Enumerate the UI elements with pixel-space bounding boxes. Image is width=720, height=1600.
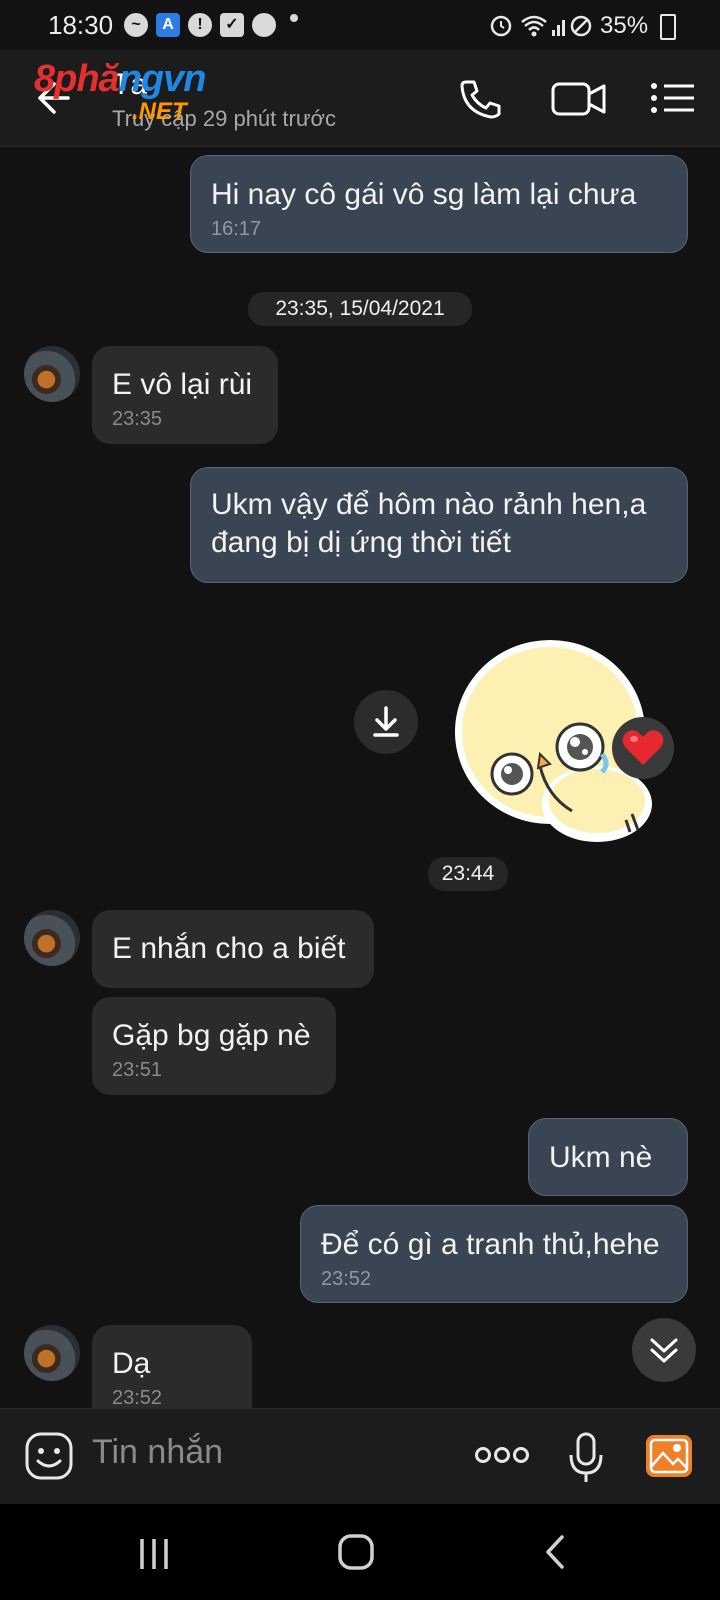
alert-notification-icon: ! (188, 13, 212, 37)
contact-avatar[interactable] (24, 910, 80, 966)
heart-icon (622, 730, 664, 765)
video-call-icon[interactable] (550, 76, 608, 120)
gallery-icon[interactable] (644, 1433, 694, 1479)
message-text: Hi nay cô gái vô sg làm lại chưa (211, 178, 637, 211)
message-text: Dạ (112, 1347, 151, 1380)
more-icon[interactable] (474, 1443, 530, 1467)
message-text: E nhắn cho a biết (112, 932, 346, 965)
system-nav-bar (0, 1504, 720, 1600)
watermark-red: 8phă (34, 58, 120, 100)
download-icon (373, 706, 399, 737)
circle-notification-icon (252, 13, 276, 37)
reaction-badge[interactable] (612, 717, 674, 779)
contact-avatar[interactable] (24, 1325, 80, 1381)
messenger-notification-icon: ~ (124, 13, 148, 37)
message-composer: Tin nhắn (0, 1408, 720, 1505)
check-notification-icon: ✓ (220, 13, 244, 37)
nav-back-icon[interactable] (540, 1532, 572, 1572)
status-time: 18:30 (48, 10, 114, 40)
home-icon[interactable] (336, 1532, 376, 1572)
outgoing-message[interactable]: Hi nay cô gái vô sg làm lại chưa 16:17 (190, 155, 688, 253)
message-time: 23:51 (112, 1059, 163, 1081)
status-bar: 18:30 ~ A ! ✓ 35% (0, 0, 720, 50)
download-button[interactable] (354, 690, 418, 754)
contact-avatar[interactable] (24, 346, 80, 402)
battery-icon (660, 14, 676, 40)
message-text: Ukm vậy để hôm nào rảnh hen,a đang bị dị… (211, 488, 647, 559)
message-time: 23:35 (112, 408, 163, 430)
incoming-message[interactable]: Gặp bg gặp nè 23:51 (92, 997, 336, 1095)
scroll-down-icon (650, 1338, 678, 1363)
message-text: E vô lại rùi (112, 368, 253, 401)
watermark-blue: ngvn (118, 58, 207, 100)
message-text: Ukm nè (549, 1141, 653, 1174)
watermark-net: .NET (132, 98, 187, 125)
mic-icon[interactable] (566, 1431, 606, 1485)
watermark-logo: 8phăngvn (34, 58, 207, 101)
message-input[interactable]: Tin nhắn (92, 1433, 223, 1472)
menu-icon[interactable] (648, 76, 700, 120)
incoming-message[interactable]: E vô lại rùi 23:35 (92, 346, 278, 444)
scroll-down-button[interactable] (632, 1318, 696, 1382)
message-time: 23:52 (112, 1387, 163, 1409)
recent-apps-icon[interactable] (132, 1534, 176, 1574)
emoji-icon[interactable] (24, 1431, 74, 1481)
chat-header: Tà Truy cập 29 phút trước 8phăngvn .NET (0, 50, 720, 147)
outgoing-message[interactable]: Ukm vậy để hôm nào rảnh hen,a đang bị dị… (190, 467, 688, 583)
more-notifications-icon (290, 14, 298, 22)
time-divider: 23:44 (428, 857, 508, 891)
message-time: 23:52 (321, 1268, 372, 1290)
system-status-icons (490, 15, 592, 37)
incoming-message[interactable]: E nhắn cho a biết (92, 910, 374, 988)
app-notification-icon: A (156, 13, 180, 37)
message-text: Gặp bg gặp nè (112, 1019, 311, 1052)
message-text: Để có gì a tranh thủ,hehe (321, 1228, 660, 1261)
phone-icon[interactable] (456, 76, 508, 120)
date-divider: 23:35, 15/04/2021 (248, 292, 472, 326)
outgoing-message[interactable]: Để có gì a tranh thủ,hehe 23:52 (300, 1205, 688, 1303)
outgoing-message[interactable]: Ukm nè (528, 1118, 688, 1196)
battery-percentage: 35% (600, 12, 649, 39)
message-time: 16:17 (211, 218, 262, 240)
